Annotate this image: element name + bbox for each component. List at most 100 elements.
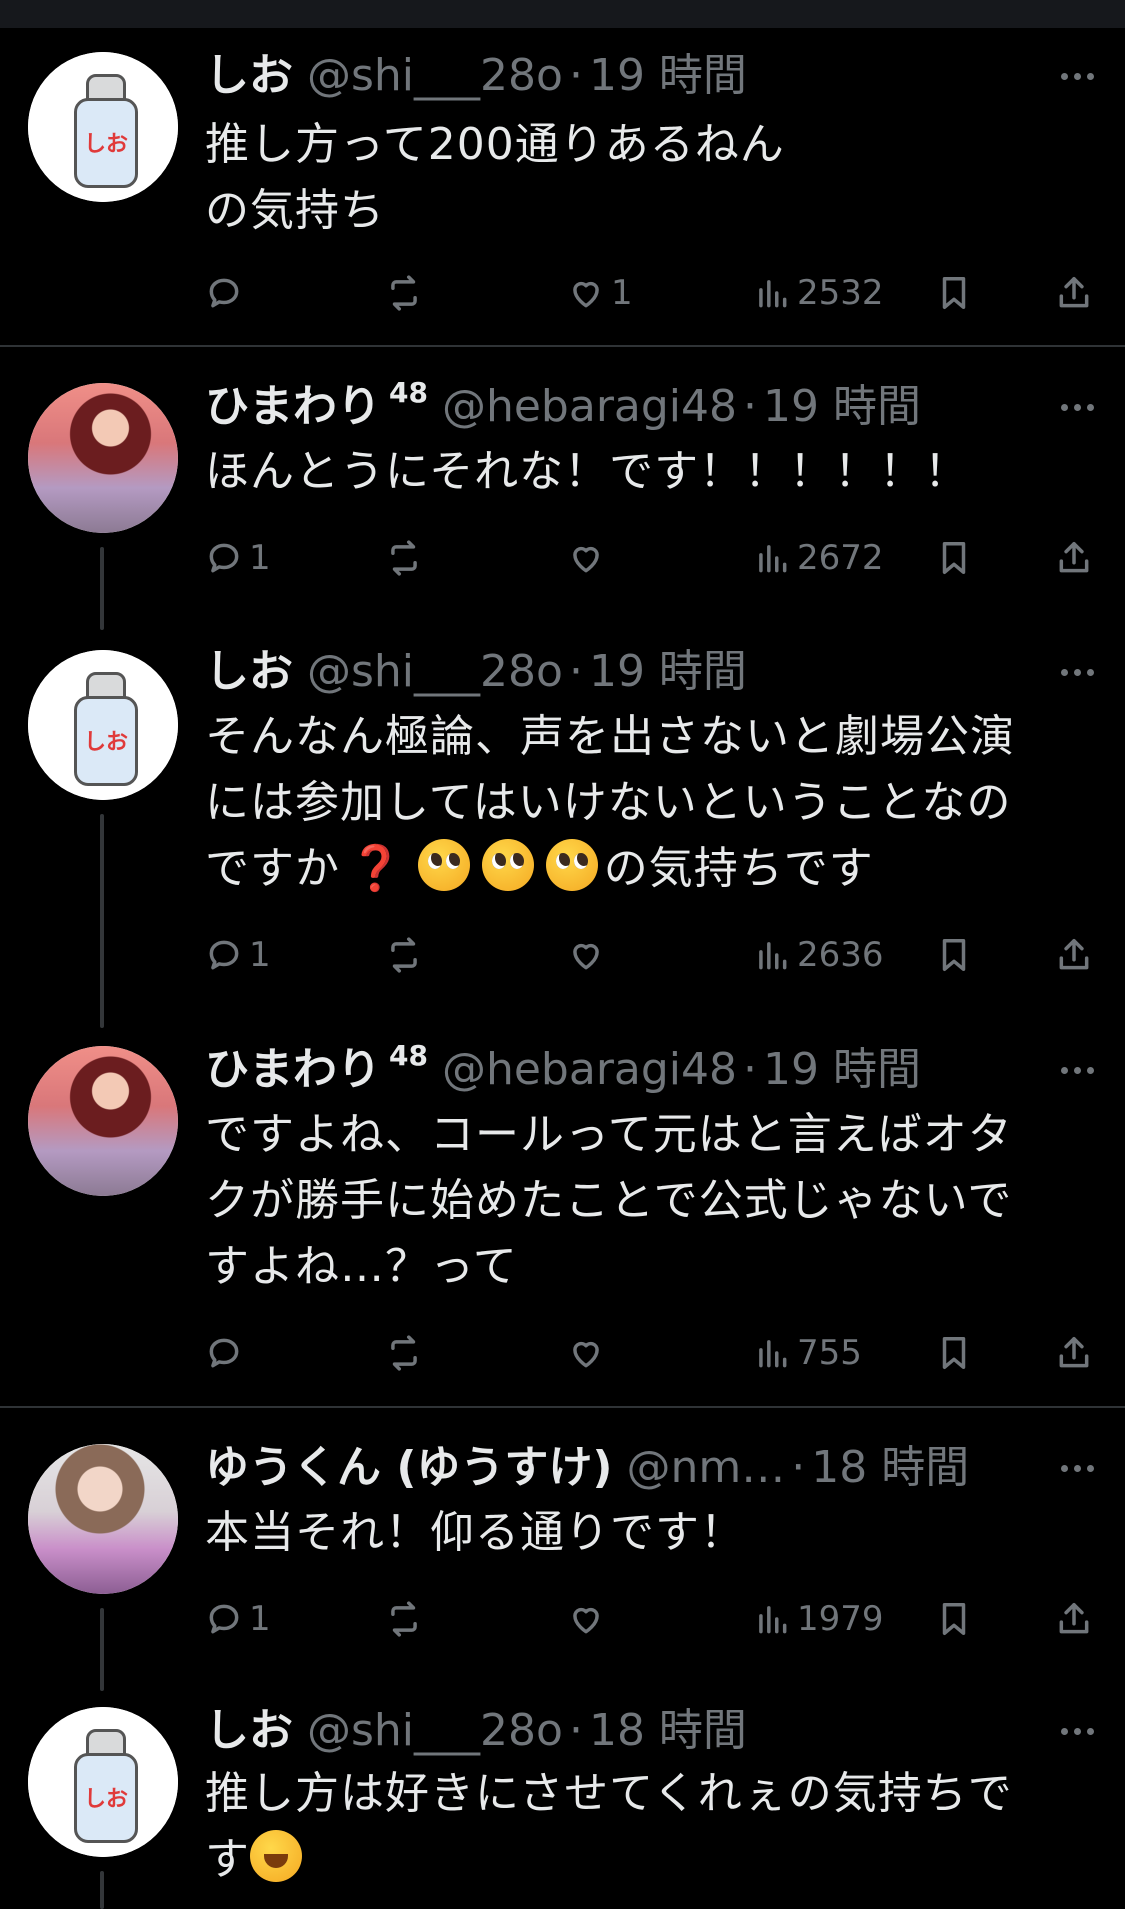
display-name[interactable]: ゆうくん (ゆうすけ) <box>205 1440 613 1496</box>
share-button[interactable] <box>1055 1328 1093 1378</box>
tweet[interactable]: ゆうくん (ゆうすけ) @nm… · 18 時間 本当それ！仰る通りです！ 1 … <box>0 1408 1125 1691</box>
retweet-button[interactable] <box>385 533 423 583</box>
like-button[interactable] <box>567 533 605 583</box>
like-icon <box>573 943 599 970</box>
pleading-face-emoji <box>417 839 470 891</box>
like-button[interactable] <box>567 1328 605 1378</box>
views-button[interactable]: 1979 <box>753 1594 884 1644</box>
more-icon[interactable] <box>1055 385 1099 429</box>
views-icon <box>759 545 787 573</box>
tweet[interactable]: しお しお @shi___28o · 18 時間 推し方は好きにさせてくれぇの気… <box>0 1691 1125 1909</box>
views-icon <box>759 1606 787 1634</box>
display-name[interactable]: しお <box>205 48 293 104</box>
tweet-text: 推し方は好きにさせてくれぇの気持ちで す <box>205 1761 1085 1893</box>
retweet-button[interactable] <box>385 1594 423 1644</box>
timestamp[interactable]: 19 時間 <box>589 644 747 700</box>
avatar[interactable] <box>28 383 178 533</box>
more-icon[interactable] <box>1055 54 1099 98</box>
display-name[interactable]: しお <box>205 1703 293 1759</box>
views-icon <box>759 1340 787 1368</box>
share-button[interactable] <box>1055 1594 1093 1644</box>
avatar[interactable] <box>28 1444 178 1594</box>
text-fragment: ですか <box>205 843 340 894</box>
timestamp[interactable]: 18 時間 <box>811 1440 969 1496</box>
grinning-cat-emoji <box>250 1830 302 1882</box>
views-button[interactable]: 2672 <box>753 533 884 583</box>
avatar[interactable] <box>28 1046 178 1196</box>
reply-icon <box>209 940 239 970</box>
timestamp[interactable]: 19 時間 <box>763 379 921 435</box>
retweet-button[interactable] <box>385 268 429 318</box>
handle[interactable]: @shi___28o <box>307 644 563 700</box>
avatar[interactable]: しお <box>28 1707 178 1857</box>
more-icon[interactable] <box>1055 1709 1099 1753</box>
text-line: には参加してはいけないということなの <box>205 777 1012 828</box>
retweet-icon <box>391 1335 417 1371</box>
separator-dot: · <box>791 1442 806 1493</box>
more-icon[interactable] <box>1055 650 1099 694</box>
timestamp[interactable]: 19 時間 <box>589 48 747 104</box>
share-icon <box>1059 542 1089 573</box>
handle[interactable]: @hebaragi48 <box>442 379 737 435</box>
bookmark-icon <box>942 542 966 574</box>
reply-icon <box>209 1338 239 1368</box>
share-button[interactable] <box>1055 930 1093 980</box>
share-button[interactable] <box>1055 268 1093 318</box>
display-name[interactable]: ひまわり <box>205 1042 381 1098</box>
tweet[interactable]: しお しお @shi___28o · 19 時間 そんなん極論、声を出さないと劇… <box>0 630 1125 1028</box>
like-icon <box>573 1341 599 1368</box>
views-button[interactable]: 755 <box>753 1328 862 1378</box>
handle[interactable]: @shi___28o <box>307 1703 563 1759</box>
retweet-button[interactable] <box>385 930 423 980</box>
reply-count: 1 <box>249 935 271 975</box>
retweet-icon <box>391 275 417 311</box>
name-badge: 48 <box>389 376 428 409</box>
handle[interactable]: @hebaragi48 <box>442 1042 737 1098</box>
reply-count: 1 <box>249 538 271 578</box>
tweet[interactable]: ひまわり 48 @hebaragi48 · 19 時間 ほんとうにそれな！です！… <box>0 347 1125 630</box>
like-button[interactable] <box>567 1594 605 1644</box>
retweet-button[interactable] <box>385 1328 423 1378</box>
tweet-text: ほんとうにそれな！です！！！！！！ <box>205 446 970 497</box>
reply-button[interactable]: 1 <box>205 1594 271 1644</box>
bookmark-button[interactable] <box>935 1328 973 1378</box>
views-icon <box>759 942 787 970</box>
tweet[interactable]: しお しお @shi___28o · 19 時間 推し方って200通りあるねん … <box>0 0 1125 345</box>
more-icon[interactable] <box>1055 1048 1099 1092</box>
avatar-label: しお <box>83 730 128 755</box>
handle[interactable]: @shi___28o <box>307 48 563 104</box>
tweet[interactable]: ひまわり 48 @hebaragi48 · 19 時間 ですよね、コールって元は… <box>0 1028 1125 1406</box>
like-button[interactable]: 1 <box>567 268 633 318</box>
reply-icon <box>209 543 239 573</box>
views-icon <box>759 280 787 308</box>
timestamp[interactable]: 18 時間 <box>589 1703 747 1759</box>
share-button[interactable] <box>1055 533 1093 583</box>
bookmark-button[interactable] <box>935 533 973 583</box>
separator-dot: · <box>743 381 758 432</box>
text-line: 推し方は好きにさせてくれぇの気持ちで <box>205 1768 1013 1819</box>
reply-button[interactable] <box>205 1328 243 1378</box>
bookmark-button[interactable] <box>935 1594 973 1644</box>
views-button[interactable]: 2532 <box>753 268 884 318</box>
display-name[interactable]: ひまわり <box>205 379 381 435</box>
reply-button[interactable]: 1 <box>205 930 271 980</box>
bookmark-button[interactable] <box>935 930 973 980</box>
thread-line <box>100 547 104 630</box>
display-name[interactable]: しお <box>205 644 293 700</box>
views-button[interactable]: 2636 <box>753 930 884 980</box>
bookmark-button[interactable] <box>935 268 973 318</box>
avatar[interactable]: しお <box>28 52 178 202</box>
separator-dot: · <box>568 1705 583 1756</box>
reply-button[interactable] <box>205 268 249 318</box>
like-icon <box>573 281 599 308</box>
name-badge: 48 <box>389 1039 428 1072</box>
like-button[interactable] <box>567 930 605 980</box>
avatar[interactable]: しお <box>28 650 178 800</box>
thread-line <box>100 814 104 1028</box>
handle[interactable]: @nm… <box>627 1440 786 1496</box>
more-icon[interactable] <box>1055 1446 1099 1490</box>
timestamp[interactable]: 19 時間 <box>763 1042 921 1098</box>
views-count: 2672 <box>797 538 884 578</box>
reply-button[interactable]: 1 <box>205 533 271 583</box>
tweet-text: そんなん極論、声を出さないと劇場公演 には参加してはいけないということなの です… <box>205 704 1085 902</box>
